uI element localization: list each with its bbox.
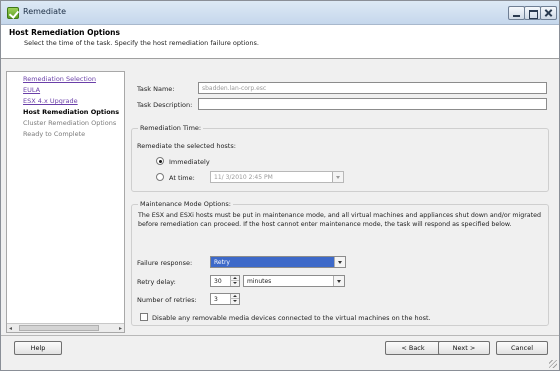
retry-delay-stepper[interactable]: 30 <box>210 275 240 287</box>
nav-horizontal-scrollbar[interactable]: ◂ ▸ <box>7 323 124 332</box>
help-button[interactable]: Help <box>14 341 62 355</box>
nav-step-eula[interactable]: EULA <box>23 86 40 94</box>
next-button[interactable]: Next > <box>438 341 490 355</box>
retry-delay-unit-value: minutes <box>247 278 272 285</box>
task-description-label: Task Description: <box>137 101 193 109</box>
retry-delay-value: 30 <box>214 278 222 285</box>
nav-step-ready-to-complete: Ready to Complete <box>23 130 86 138</box>
wizard-step-list: Remediation Selection EULA ESX 4.x Upgra… <box>6 71 125 333</box>
task-name-label: Task Name: <box>137 85 175 93</box>
failure-response-label: Failure response: <box>137 259 193 267</box>
failure-response-select[interactable]: Retry <box>210 256 346 268</box>
maximize-button[interactable] <box>524 6 541 20</box>
failure-response-value: Retry <box>214 259 230 266</box>
footer-divider <box>1 335 559 336</box>
maintenance-mode-title: Maintenance Mode Options: <box>138 200 233 208</box>
retries-stepper[interactable]: 3 <box>210 293 240 305</box>
retries-value: 3 <box>214 296 218 303</box>
remediation-time-title: Remediation Time: <box>138 124 204 132</box>
nav-step-remediation-selection[interactable]: Remediation Selection <box>23 75 96 83</box>
retry-delay-label: Retry delay: <box>137 278 176 286</box>
scrollbar-thumb[interactable] <box>19 325 99 331</box>
immediately-radio[interactable] <box>156 157 164 165</box>
disable-media-label[interactable]: Disable any removable media devices conn… <box>152 314 431 322</box>
maintenance-description: The ESX and ESXi hosts must be put in ma… <box>138 212 541 228</box>
window-title: Remediate <box>23 7 67 16</box>
back-button[interactable]: < Back <box>385 341 441 355</box>
remediate-prompt: Remediate the selected hosts: <box>137 142 236 150</box>
nav-step-host-remediation-options: Host Remediation Options <box>23 108 120 116</box>
minimize-button[interactable] <box>508 6 525 20</box>
at-time-label[interactable]: At time: <box>169 174 195 182</box>
scroll-right-arrow-icon[interactable]: ▸ <box>119 325 122 332</box>
chevron-down-icon[interactable] <box>334 257 345 267</box>
chevron-down-icon[interactable] <box>333 276 344 286</box>
chevron-down-icon[interactable] <box>332 172 343 182</box>
at-time-picker[interactable]: 11/ 3/2010 2:45 PM <box>210 171 344 183</box>
close-button[interactable] <box>540 6 557 20</box>
at-time-value: 11/ 3/2010 2:45 PM <box>214 174 273 181</box>
nav-step-esx-upgrade[interactable]: ESX 4.x Upgrade <box>23 97 78 105</box>
title-bar[interactable]: Remediate <box>1 1 559 25</box>
page-title: Host Remediation Options <box>9 28 120 37</box>
task-name-field[interactable]: sbadden.lan-corp.esc <box>198 82 547 94</box>
retries-label: Number of retries: <box>137 296 197 304</box>
page-subtitle: Select the time of the task. Specify the… <box>24 39 259 47</box>
cancel-button[interactable]: Cancel <box>496 341 548 355</box>
wizard-header: Host Remediation Options Select the time… <box>1 25 559 59</box>
nav-step-cluster-remediation-options: Cluster Remediation Options <box>23 119 117 127</box>
spin-down-icon[interactable] <box>230 299 239 304</box>
vsphere-check-icon <box>7 7 19 19</box>
disable-media-checkbox[interactable] <box>140 313 148 321</box>
retry-delay-unit-select[interactable]: minutes <box>243 275 345 287</box>
at-time-radio[interactable] <box>156 173 164 181</box>
spin-down-icon[interactable] <box>230 281 239 286</box>
remediate-window: Remediate Host Remediation Options Selec… <box>0 0 560 371</box>
immediately-label[interactable]: Immediately <box>169 158 210 166</box>
resize-grip-icon[interactable] <box>549 360 557 368</box>
task-description-field[interactable] <box>198 98 547 110</box>
scroll-left-arrow-icon[interactable]: ◂ <box>9 325 12 332</box>
